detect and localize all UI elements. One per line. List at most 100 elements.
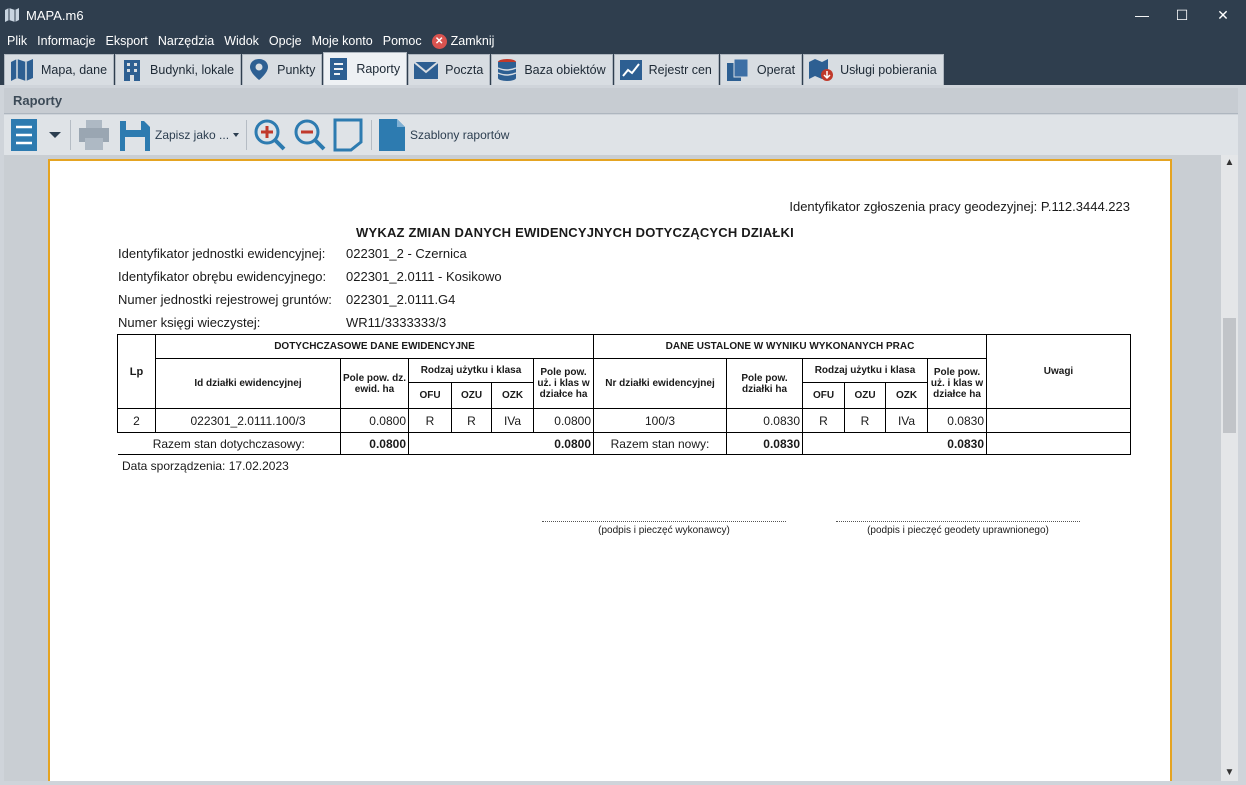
menu-bar: Plik Informacje Eksport Narzędzia Widok … (0, 30, 1246, 52)
print-button[interactable] (77, 117, 111, 153)
menu-widok[interactable]: Widok (219, 30, 264, 52)
tab-label: Poczta (445, 63, 484, 77)
info-label: Identyfikator obrębu ewidencyjnego: (118, 269, 327, 284)
tab-budynki-lokale[interactable]: Budynki, lokale (115, 54, 242, 85)
col-old-ofu: OFU (408, 382, 452, 409)
page-icon (333, 118, 363, 152)
sum-old-area: 0.0800 (340, 432, 409, 455)
zoom-in-icon (254, 119, 286, 151)
menu-moje-konto[interactable]: Moje konto (307, 30, 378, 52)
tab-operat[interactable]: Operat (719, 54, 803, 85)
minimize-button-2[interactable]: — (1122, 0, 1162, 30)
scroll-thumb[interactable] (1223, 318, 1236, 433)
sum-new-label: Razem stan nowy: (593, 432, 727, 455)
tab-mapa-dane[interactable]: Mapa, dane (4, 54, 115, 85)
menu-plik[interactable]: Plik (2, 30, 32, 52)
report-page: Identyfikator zgłoszenia pracy geodezyjn… (48, 159, 1172, 781)
window-title: MAPA.m6 (26, 7, 84, 23)
tab-label: Operat (756, 63, 796, 77)
pin-icon (250, 59, 269, 80)
map-icon (11, 59, 33, 81)
mail-icon (413, 61, 439, 79)
info-value: WR11/3333333/3 (346, 315, 447, 330)
tab-label: Mapa, dane (41, 63, 108, 77)
menu-zamknij[interactable]: ✕ Zamknij (427, 30, 500, 52)
menu-pomoc[interactable]: Pomoc (378, 30, 427, 52)
cell-lp: 2 (117, 408, 156, 433)
cell-new-ozk: IVa (885, 408, 928, 433)
menu-narzedzia[interactable]: Narzędzia (153, 30, 219, 52)
tab-raporty[interactable]: Raporty (323, 52, 408, 85)
tab-rejestr-cen[interactable]: Rejestr cen (613, 54, 719, 85)
caret-down-icon (49, 132, 61, 138)
col-old-ozk: OZK (491, 382, 534, 409)
tab-poczta[interactable]: Poczta (408, 54, 491, 85)
fit-page-button[interactable] (333, 117, 363, 153)
tab-punkty[interactable]: Punkty (242, 54, 323, 85)
tab-label: Punkty (277, 63, 316, 77)
close-circle-icon: ✕ (431, 33, 447, 49)
cell-new-ozu: R (844, 408, 886, 433)
info-row-land-unit: Numer jednostki rejestrowej gruntów: 022… (118, 292, 455, 307)
date-line: Data sporządzenia: 17.02.2023 (122, 459, 289, 473)
template-icon (379, 119, 406, 151)
signature-surveyor: (podpis i pieczęć geodety uprawnionego) (836, 521, 1080, 536)
signature-contractor-label: (podpis i pieczęć wykonawcy) (598, 525, 730, 536)
col-new-id: Nr działki ewidencyjnej (593, 358, 727, 409)
sum-new-area: 0.0830 (726, 432, 803, 455)
sum-old-use: 0.0800 (408, 432, 594, 455)
col-new-ozk: OZK (885, 382, 928, 409)
database-icon (498, 59, 517, 81)
menu-eksport[interactable]: Eksport (101, 30, 153, 52)
tab-strip: Mapa, dane Budynki, lokale Punkty Raport… (0, 52, 1246, 85)
cell-old-ozu: R (451, 408, 492, 433)
col-new-ozu: OZU (844, 382, 886, 409)
report-preview-area: Identyfikator zgłoszenia pracy geodezyjn… (4, 155, 1238, 781)
info-row-land-register: Numer księgi wieczystej: WR11/3333333/3 (118, 315, 446, 330)
zoom-out-button[interactable] (293, 117, 327, 153)
report-templates-label: Szablony raportów (410, 128, 510, 142)
info-row-unit: Identyfikator jednostki ewidencyjnej: 02… (118, 246, 467, 261)
dropdown-button[interactable] (48, 117, 62, 153)
building-icon (124, 60, 141, 81)
documents-icon (726, 58, 749, 81)
menu-zamknij-label: Zamknij (450, 34, 495, 48)
toolbar-separator (246, 120, 248, 150)
scroll-down-icon[interactable]: ▼ (1221, 765, 1238, 781)
tab-label: Budynki, lokale (150, 63, 235, 77)
menu-informacje[interactable]: Informacje (32, 30, 100, 52)
tab-baza-obiektow[interactable]: Baza obiektów (491, 54, 613, 85)
col-new-area: Pole pow. działki ha (726, 358, 803, 409)
sum-new-use: 0.0830 (802, 432, 987, 455)
cell-old-id: 022301_2.0111.100/3 (155, 408, 341, 433)
col-old-ozu: OZU (451, 382, 492, 409)
chart-icon (619, 60, 642, 80)
tab-label: Raporty (356, 62, 401, 76)
col-new-use: Rodzaj użytku i klasa (802, 358, 928, 383)
info-value: 022301_2.0111.G4 (346, 292, 456, 307)
menu-opcje[interactable]: Opcje (264, 30, 307, 52)
close-window-button[interactable]: ✕ (1203, 0, 1243, 30)
vertical-scrollbar[interactable]: ▲ ▼ (1221, 155, 1238, 781)
tab-uslugi-pobierania[interactable]: Usługi pobierania (803, 54, 944, 85)
cell-old-ofu: R (408, 408, 452, 433)
signature-line (542, 521, 786, 522)
save-as-button[interactable]: Zapisz jako ... (119, 117, 240, 153)
tab-label: Rejestr cen (648, 63, 712, 77)
report-templates-button[interactable]: Szablony raportów (378, 117, 509, 153)
info-label: Identyfikator jednostki ewidencyjnej: (118, 246, 326, 261)
work-identifier: Identyfikator zgłoszenia pracy geodezyjn… (789, 199, 1130, 214)
save-icon (120, 121, 150, 151)
col-old-use-area: Pole pow. uż. i klas w działce ha (533, 358, 594, 409)
report-heading: WYKAZ ZMIAN DANYCH EWIDENCYJNYCH DOTYCZĄ… (356, 225, 794, 240)
summary-row: Razem stan dotychczasowy: 0.0800 0.0800 … (117, 432, 1131, 455)
scroll-up-icon[interactable]: ▲ (1221, 155, 1238, 171)
report-list-button[interactable] (10, 117, 38, 153)
save-as-label: Zapisz jako ... (155, 128, 230, 142)
signature-surveyor-label: (podpis i pieczęć geodety uprawnionego) (867, 525, 1049, 536)
zoom-in-button[interactable] (253, 117, 287, 153)
sum-uwagi (986, 432, 1131, 455)
col-old-use: Rodzaj użytku i klasa (408, 358, 534, 383)
info-value: 022301_2.0111 - Kosikowo (346, 269, 502, 284)
maximize-button[interactable]: ☐ (1162, 0, 1202, 30)
